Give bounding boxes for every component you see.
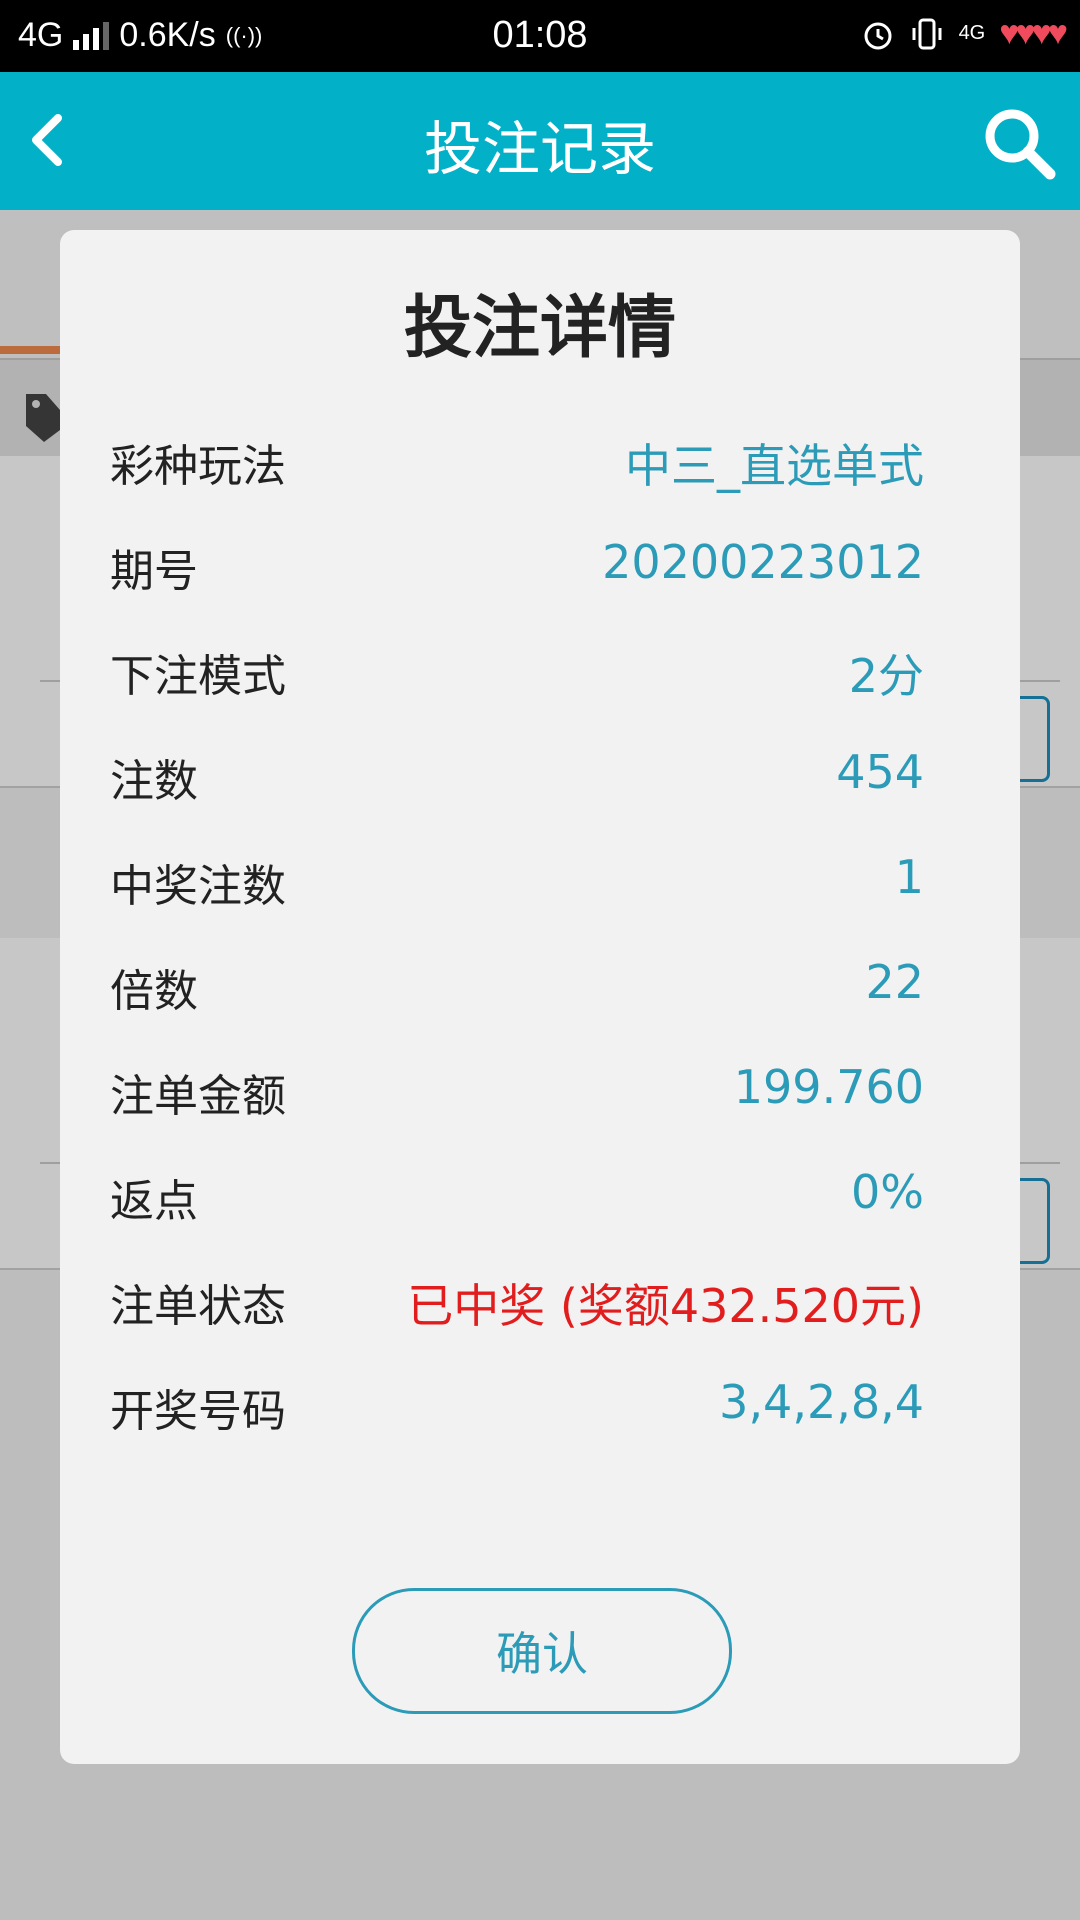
row-label: 注数 xyxy=(110,756,198,807)
row-label: 中奖注数 xyxy=(110,861,286,912)
row-label: 开奖号码 xyxy=(110,1386,286,1437)
app-bar: 投注记录 xyxy=(0,72,1080,210)
search-icon[interactable] xyxy=(980,104,1060,184)
row-value: 22 xyxy=(865,955,924,1009)
vibrate-icon xyxy=(912,18,942,49)
network-type-right: 4G xyxy=(958,22,986,44)
status-bar: 4G 0.6K/s ((·)) 01:08 4G ♥♥♥♥ xyxy=(0,0,1080,72)
dialog-title: 投注详情 xyxy=(403,289,676,368)
bet-detail-dialog: 投注详情 彩种玩法 中三_直选单式 期号 20200223012 下注模式 2分… xyxy=(60,230,1020,1764)
row-value: 2分 xyxy=(848,649,924,703)
detail-row-bet-mode: 下注模式 2分 xyxy=(110,640,924,703)
detail-row-bet-count: 注数 454 xyxy=(110,745,924,807)
row-label: 彩种玩法 xyxy=(110,441,286,492)
row-value: 1 xyxy=(894,850,924,904)
row-label: 下注模式 xyxy=(110,651,286,702)
status-value: 已中奖 (奖额432.520元) xyxy=(407,1279,924,1333)
confirm-button[interactable]: 确认 xyxy=(352,1588,732,1714)
row-label: 期号 xyxy=(110,546,198,597)
detail-row-multiplier: 倍数 22 xyxy=(110,955,924,1017)
battery-hearts-icon: ♥♥♥♥ xyxy=(999,14,1068,52)
detail-row-draw-number: 开奖号码 3,4,2,8,4 xyxy=(110,1375,924,1437)
detail-row-game-type: 彩种玩法 中三_直选单式 xyxy=(110,430,924,493)
row-value: 20200223012 xyxy=(602,535,924,589)
row-value: 454 xyxy=(836,745,924,799)
row-value: 中三_直选单式 xyxy=(625,439,924,493)
detail-row-status: 注单状态 已中奖 (奖额432.520元) xyxy=(110,1270,924,1333)
row-label: 注单状态 xyxy=(110,1281,286,1332)
detail-row-issue: 期号 20200223012 xyxy=(110,535,924,597)
detail-row-amount: 注单金额 199.760 xyxy=(110,1060,924,1122)
row-value: 199.760 xyxy=(733,1060,924,1114)
row-value: 0% xyxy=(851,1165,924,1219)
detail-row-win-count: 中奖注数 1 xyxy=(110,850,924,912)
row-label: 返点 xyxy=(110,1176,198,1227)
row-value: 3,4,2,8,4 xyxy=(719,1375,924,1429)
row-label: 倍数 xyxy=(110,966,198,1017)
row-label: 注单金额 xyxy=(110,1071,286,1122)
alarm-icon xyxy=(864,22,892,49)
page-title: 投注记录 xyxy=(423,115,656,183)
status-right: 4G ♥♥♥♥ xyxy=(861,14,1068,53)
detail-row-rebate: 返点 0% xyxy=(110,1165,924,1227)
